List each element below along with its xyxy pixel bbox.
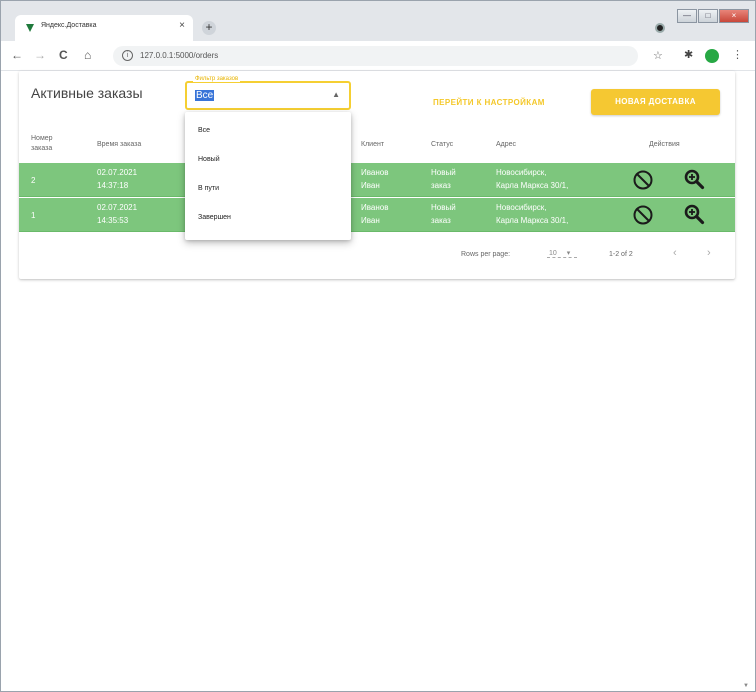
- column-header-time: Время заказа: [97, 141, 142, 148]
- go-to-settings-button[interactable]: ПЕРЕЙТИ К НАСТРОЙКАМ: [433, 98, 545, 107]
- page-title: Активные заказы: [31, 85, 143, 101]
- menu-item-completed[interactable]: Завершен: [185, 203, 351, 232]
- browser-window: Яндекс.Доставка × + — □ × ← → C ⌂ i 127.…: [0, 0, 756, 692]
- back-arrow-icon[interactable]: ←: [11, 49, 23, 61]
- close-window-button[interactable]: ×: [719, 9, 749, 23]
- browser-tab[interactable]: Яндекс.Доставка ×: [15, 15, 193, 41]
- forward-arrow-icon[interactable]: →: [34, 49, 46, 61]
- rows-per-page-select[interactable]: 10 ▾: [547, 249, 577, 258]
- order-filter-select[interactable]: Фильтр заказов Все ▲: [185, 76, 351, 110]
- home-icon[interactable]: ⌂: [84, 49, 91, 61]
- site-info-icon[interactable]: i: [122, 50, 133, 61]
- recording-indicator-icon: [655, 23, 665, 33]
- orders-card: Активные заказы Фильтр заказов Все ▲ ПЕР…: [19, 71, 735, 279]
- url-text[interactable]: 127.0.0.1:5000/orders: [140, 51, 218, 60]
- order-time: 14:37:18: [97, 181, 129, 190]
- order-date: 02.07.2021: [97, 203, 138, 212]
- browser-toolbar: ← → C ⌂ i 127.0.0.1:5000/orders: [1, 41, 755, 71]
- address-city: Новосибирск,: [496, 168, 547, 177]
- dropdown-arrow-icon[interactable]: ▾: [567, 250, 571, 257]
- view-order-zoom-icon[interactable]: [683, 203, 705, 225]
- minimize-button[interactable]: —: [677, 9, 697, 23]
- cancel-order-icon[interactable]: [632, 169, 654, 191]
- address-street: Карла Маркса 30/1,: [496, 216, 569, 225]
- next-page-icon[interactable]: ›: [707, 247, 711, 259]
- column-header-client: Клиент: [361, 141, 385, 148]
- column-header-number: Номер заказа: [31, 134, 53, 154]
- profile-avatar[interactable]: [705, 49, 719, 63]
- order-number: 1: [31, 211, 36, 220]
- browser-menu-icon[interactable]: ⋮: [732, 48, 743, 61]
- status-line2: заказ: [431, 216, 451, 225]
- client-name: Иван: [361, 181, 380, 190]
- client-name: Иван: [361, 216, 380, 225]
- previous-page-icon[interactable]: ‹: [673, 247, 677, 259]
- menu-item-all[interactable]: Все: [185, 116, 351, 145]
- maximize-button[interactable]: □: [698, 9, 718, 23]
- tab-close-icon[interactable]: ×: [179, 20, 185, 31]
- address-bar[interactable]: i 127.0.0.1:5000/orders: [113, 46, 638, 66]
- status-line1: Новый: [431, 168, 456, 177]
- column-header-address: Адрес: [496, 141, 517, 148]
- cancel-order-icon[interactable]: [632, 204, 654, 226]
- bookmark-star-icon[interactable]: ☆: [653, 49, 663, 62]
- chevron-up-icon[interactable]: ▲: [332, 90, 340, 99]
- client-surname: Иванов: [361, 203, 389, 212]
- pagination-range: 1-2 of 2: [609, 251, 633, 258]
- address-street: Карла Маркса 30/1,: [496, 181, 569, 190]
- column-header-number-line1: Номер: [31, 135, 53, 142]
- rows-per-page-label: Rows per page:: [461, 251, 511, 258]
- yandex-delivery-favicon-icon: [26, 24, 34, 32]
- title-bar: Яндекс.Доставка × + — □ ×: [1, 1, 755, 41]
- client-surname: Иванов: [361, 168, 389, 177]
- address-city: Новосибирск,: [496, 203, 547, 212]
- extensions-icon[interactable]: ✱: [684, 48, 693, 61]
- table-row[interactable]: 2 02.07.2021 14:37:18 Иванов Иван Новый …: [19, 163, 735, 197]
- order-time: 14:35:53: [97, 216, 129, 225]
- new-tab-button[interactable]: +: [202, 21, 216, 35]
- filter-label: Фильтр заказов: [193, 76, 241, 82]
- status-line1: Новый: [431, 203, 456, 212]
- order-date: 02.07.2021: [97, 168, 138, 177]
- menu-item-new[interactable]: Новый: [185, 145, 351, 174]
- view-order-zoom-icon[interactable]: [683, 168, 705, 190]
- column-header-actions: Действия: [649, 141, 680, 148]
- filter-selected-value[interactable]: Все: [195, 90, 215, 101]
- menu-item-in-transit[interactable]: В пути: [185, 174, 351, 203]
- order-number: 2: [31, 176, 36, 185]
- column-header-number-line2: заказа: [31, 145, 53, 152]
- rows-per-page-value[interactable]: 10: [549, 250, 557, 257]
- table-row[interactable]: 1 02.07.2021 14:35:53 Иванов Иван Новый …: [19, 198, 735, 232]
- scroll-down-arrow-icon[interactable]: ▼: [743, 683, 749, 689]
- reload-icon[interactable]: C: [59, 49, 68, 61]
- tab-title: Яндекс.Доставка: [41, 22, 97, 29]
- new-delivery-button[interactable]: НОВАЯ ДОСТАВКА: [591, 89, 720, 115]
- filter-dropdown-menu: Все Новый В пути Завершен: [185, 112, 351, 240]
- status-line2: заказ: [431, 181, 451, 190]
- column-header-status: Статус: [431, 141, 454, 148]
